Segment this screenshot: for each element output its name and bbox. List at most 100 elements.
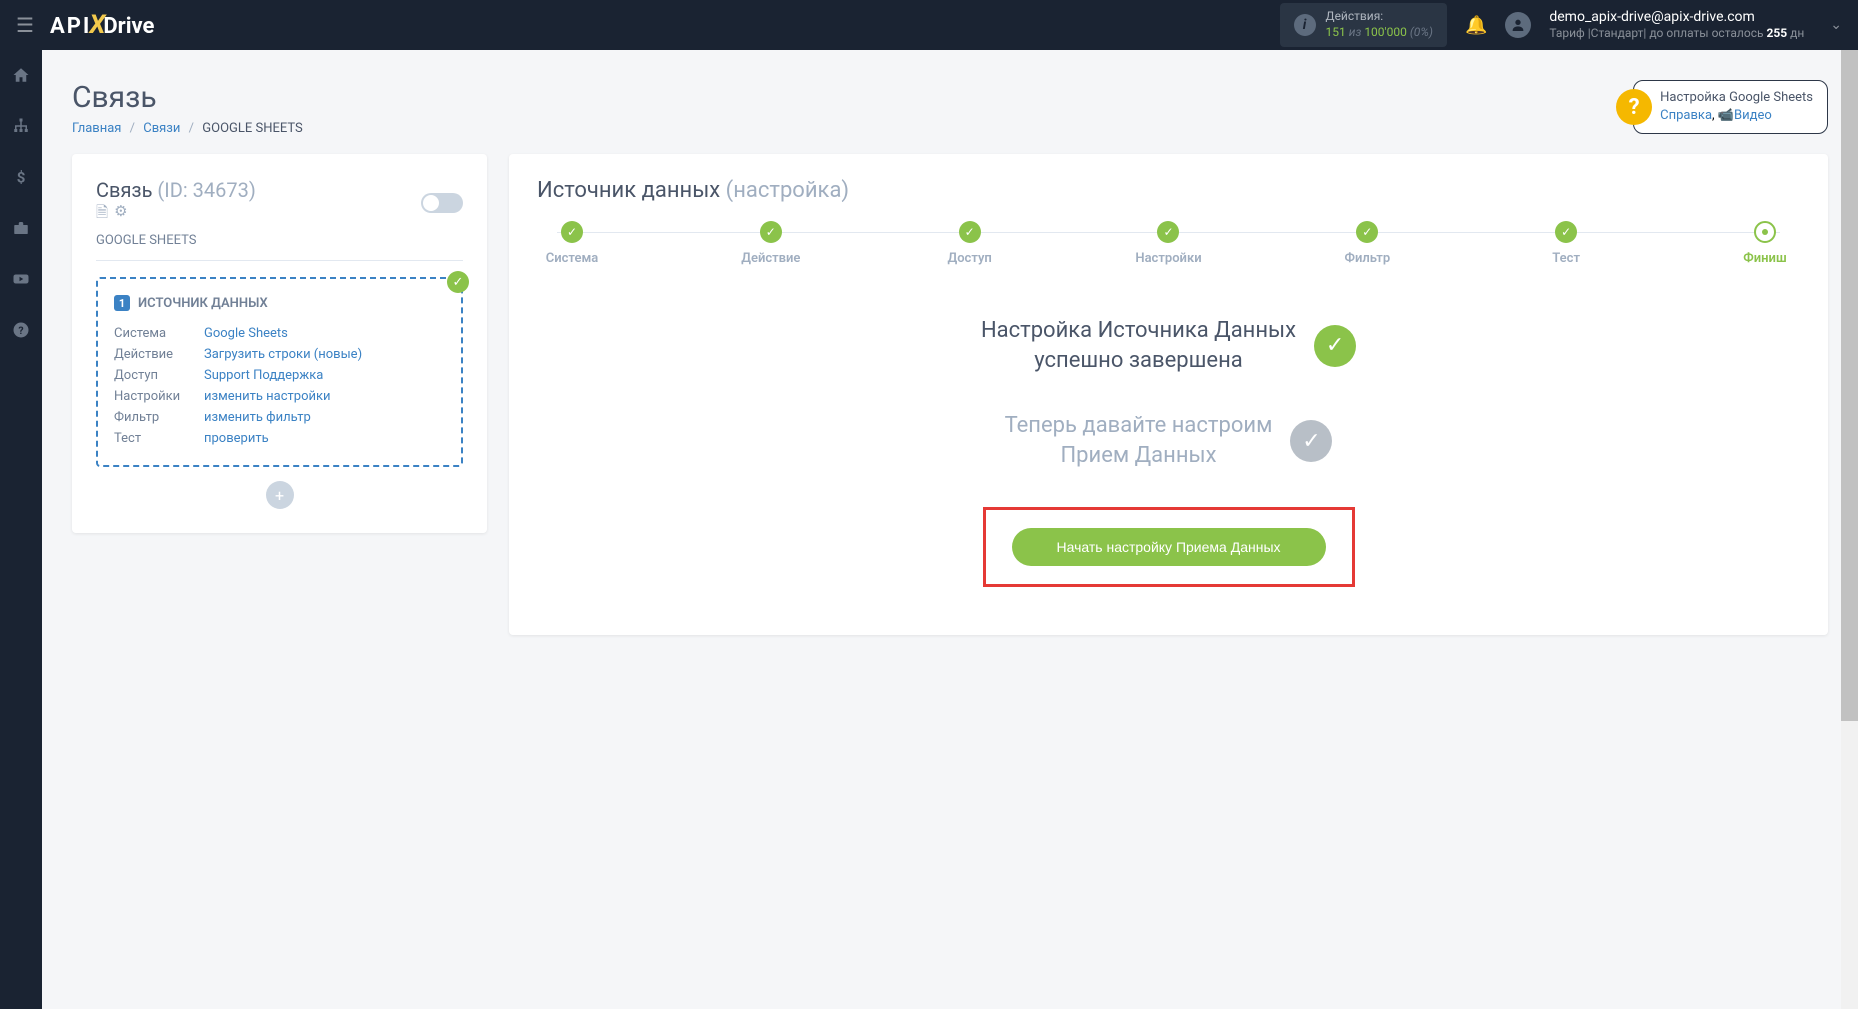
- setup-card: Источник данных (настройка) ✓ Система ✓ Дей…: [509, 154, 1828, 635]
- step-Тест[interactable]: ✓ Тест: [1531, 221, 1601, 266]
- dollar-icon[interactable]: $: [12, 168, 30, 191]
- source-row: СистемаGoogle Sheets: [114, 323, 445, 344]
- check-icon: ✓: [447, 271, 469, 293]
- help-box: ? Настройка Google Sheets Справка, 📹Виде…: [1633, 80, 1828, 134]
- gear-icon[interactable]: ⚙: [114, 202, 127, 227]
- step-circle: ✓: [1555, 221, 1577, 243]
- step-circle: ✓: [959, 221, 981, 243]
- source-row-label: Фильтр: [114, 410, 204, 425]
- start-destination-button[interactable]: Начать настройку Приема Данных: [1012, 528, 1326, 566]
- topbar-right: i Действия: 151 из 100'000 (0%) 🔔 demo_a…: [1280, 3, 1842, 46]
- svg-text:$: $: [17, 168, 26, 186]
- setup-title: Источник данных (настройка): [537, 178, 1800, 203]
- chevron-down-icon[interactable]: ⌄: [1830, 17, 1842, 33]
- step-label: Финиш: [1743, 251, 1786, 266]
- source-row-label: Действие: [114, 347, 204, 362]
- step-Финиш[interactable]: Финиш: [1730, 221, 1800, 266]
- connection-title: Связь (ID: 34673) 🗎 ⚙: [96, 178, 256, 227]
- avatar[interactable]: [1505, 12, 1531, 38]
- step-Настройки[interactable]: ✓ Настройки: [1133, 221, 1203, 266]
- content-row: Связь (ID: 34673) 🗎 ⚙ GOOGLE SHEETS ✓ 1 …: [72, 154, 1828, 635]
- help-title: Настройка Google Sheets: [1660, 89, 1813, 107]
- help-link[interactable]: Справка: [1660, 108, 1712, 123]
- next-status: Теперь давайте настроим Прием Данных ✓: [1005, 411, 1333, 470]
- source-row-label: Система: [114, 326, 204, 341]
- user-info[interactable]: demo_apix-drive@apix-drive.com Тариф |Ст…: [1549, 8, 1804, 42]
- home-icon[interactable]: [12, 66, 30, 89]
- step-progress: ✓ Система ✓ Действие ✓ Доступ ✓ Настройки ✓ Фильт…: [537, 221, 1800, 266]
- source-box[interactable]: ✓ 1 ИСТОЧНИК ДАННЫХ СистемаGoogle Sheets…: [96, 277, 463, 467]
- breadcrumb-current: GOOGLE SHEETS: [202, 121, 302, 136]
- breadcrumb: Главная / Связи / GOOGLE SHEETS: [72, 121, 303, 136]
- cta-highlight: Начать настройку Приема Данных: [983, 507, 1355, 587]
- source-row: Фильтризменить фильтр: [114, 407, 445, 428]
- check-icon: ✓: [1290, 420, 1332, 462]
- question-icon: ?: [1616, 89, 1652, 125]
- info-icon: i: [1294, 14, 1316, 36]
- source-row: Настройкиизменить настройки: [114, 386, 445, 407]
- actions-label: Действия:: [1326, 9, 1433, 25]
- actions-numbers: 151 из 100'000 (0%): [1326, 25, 1433, 41]
- source-row-label: Тест: [114, 431, 204, 446]
- step-circle: ✓: [760, 221, 782, 243]
- svg-text:?: ?: [18, 324, 23, 337]
- user-tariff: Тариф |Стандарт| до оплаты осталось 255 …: [1549, 26, 1804, 42]
- step-label: Действие: [741, 251, 800, 266]
- step-circle: ✓: [1356, 221, 1378, 243]
- step-Доступ[interactable]: ✓ Доступ: [935, 221, 1005, 266]
- step-circle: ✓: [561, 221, 583, 243]
- page-header: Связь Главная / Связи / GOOGLE SHEETS ? …: [72, 80, 1828, 136]
- source-row-value[interactable]: Support Поддержка: [204, 368, 323, 383]
- connection-subtitle: GOOGLE SHEETS: [96, 233, 463, 261]
- step-circle: ✓: [1157, 221, 1179, 243]
- finish-content: Настройка Источника Данных успешно завер…: [537, 316, 1800, 587]
- next-text: Теперь давайте настроим Прием Данных: [1005, 411, 1273, 470]
- breadcrumb-connects[interactable]: Связи: [143, 121, 180, 136]
- video-icon: 📹: [1718, 108, 1734, 123]
- step-label: Система: [546, 251, 599, 266]
- source-row-label: Настройки: [114, 389, 204, 404]
- actions-counter[interactable]: i Действия: 151 из 100'000 (0%): [1280, 3, 1447, 46]
- scrollbar[interactable]: [1841, 50, 1858, 1009]
- topbar: ☰ APIXDrive i Действия: 151 из 100'000 (…: [0, 0, 1858, 50]
- source-row-value[interactable]: Google Sheets: [204, 326, 288, 341]
- page-title: Связь: [72, 80, 303, 115]
- hamburger-icon[interactable]: ☰: [16, 13, 34, 37]
- logo[interactable]: APIXDrive: [50, 10, 154, 40]
- sidebar: $ ?: [0, 50, 42, 1009]
- add-button[interactable]: +: [266, 481, 294, 509]
- connections-icon[interactable]: [12, 117, 30, 140]
- bell-icon[interactable]: 🔔: [1465, 15, 1487, 36]
- document-icon[interactable]: 🗎: [96, 202, 108, 227]
- source-header: 1 ИСТОЧНИК ДАННЫХ: [114, 295, 445, 311]
- source-row: ДоступSupport Поддержка: [114, 365, 445, 386]
- source-row-value[interactable]: Загрузить строки (новые): [204, 347, 362, 362]
- youtube-icon[interactable]: [12, 270, 30, 293]
- source-row-value[interactable]: изменить настройки: [204, 389, 331, 404]
- source-row-value[interactable]: изменить фильтр: [204, 410, 311, 425]
- connection-toggle[interactable]: [421, 193, 463, 213]
- step-label: Настройки: [1135, 251, 1201, 266]
- connection-card: Связь (ID: 34673) 🗎 ⚙ GOOGLE SHEETS ✓ 1 …: [72, 154, 487, 533]
- source-row-label: Доступ: [114, 368, 204, 383]
- step-Система[interactable]: ✓ Система: [537, 221, 607, 266]
- step-label: Доступ: [947, 251, 991, 266]
- breadcrumb-home[interactable]: Главная: [72, 121, 121, 136]
- source-row: ДействиеЗагрузить строки (новые): [114, 344, 445, 365]
- scrollbar-thumb[interactable]: [1841, 50, 1858, 721]
- user-email: demo_apix-drive@apix-drive.com: [1549, 8, 1804, 26]
- source-row-value[interactable]: проверить: [204, 431, 269, 446]
- success-text: Настройка Источника Данных успешно завер…: [981, 316, 1296, 375]
- step-label: Тест: [1552, 251, 1580, 266]
- step-circle: [1754, 221, 1776, 243]
- main-content: Связь Главная / Связи / GOOGLE SHEETS ? …: [42, 50, 1858, 1009]
- source-row: Тестпроверить: [114, 428, 445, 449]
- success-status: Настройка Источника Данных успешно завер…: [981, 316, 1356, 375]
- step-Фильтр[interactable]: ✓ Фильтр: [1332, 221, 1402, 266]
- briefcase-icon[interactable]: [12, 219, 30, 242]
- source-rows: СистемаGoogle SheetsДействиеЗагрузить ст…: [114, 323, 445, 449]
- help-icon[interactable]: ?: [12, 321, 30, 344]
- step-Действие[interactable]: ✓ Действие: [736, 221, 806, 266]
- video-link[interactable]: Видео: [1734, 108, 1772, 123]
- step-label: Фильтр: [1344, 251, 1390, 266]
